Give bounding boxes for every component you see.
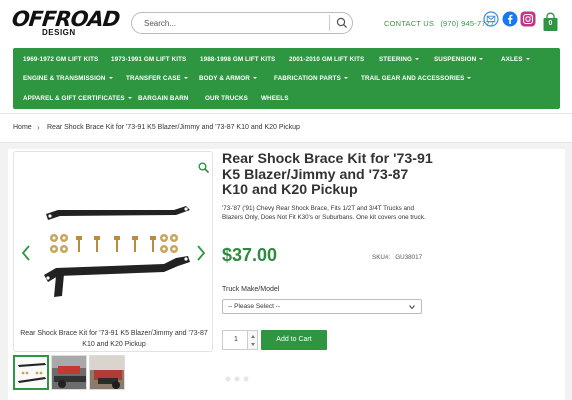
decrement-icon[interactable]: [251, 343, 255, 346]
truck-model-selected: -- Please Select --: [228, 303, 281, 310]
zoom-icon[interactable]: [198, 160, 209, 173]
product-price: $37.00: [222, 245, 278, 265]
add-to-cart-button[interactable]: Add to Cart: [261, 330, 327, 350]
nav-item-1973-1991-gm-lift-kits[interactable]: 1973-1991 GM LIFT KITS: [111, 56, 186, 63]
chevron-left-icon: [21, 245, 30, 261]
nav-item-wheels[interactable]: WHEELS: [261, 95, 289, 102]
contact-info: CONTACT US (970) 945-7777: [384, 19, 498, 28]
chevron-down-icon: [415, 58, 419, 61]
logo-subtitle: DESIGN: [42, 28, 76, 37]
nav-item-transfer-case[interactable]: TRANSFER CASE: [126, 75, 188, 82]
thumbnail-1[interactable]: [13, 355, 49, 390]
chevron-down-icon: [108, 77, 113, 80]
search-bar: [131, 12, 353, 34]
increment-icon[interactable]: [251, 335, 255, 338]
breadcrumb-home-link[interactable]: Home: [13, 124, 32, 131]
chevron-down-icon: [127, 97, 132, 100]
quantity-stepper[interactable]: [248, 330, 258, 350]
instagram-icon[interactable]: [520, 11, 536, 27]
nav-item-axles[interactable]: AXLES: [501, 56, 530, 63]
logo[interactable]: OFFROAD DESIGN: [11, 7, 121, 41]
cart-count: 0: [548, 20, 553, 27]
site-header: OFFROAD DESIGN CONTACT US (970) 945-7777: [0, 0, 572, 46]
nav-item-apparel-gift-certificates[interactable]: APPAREL & GIFT CERTIFICATES: [23, 95, 132, 102]
chevron-down-icon: [183, 77, 188, 80]
nav-item-fabrication-parts[interactable]: FABRICATION PARTS: [274, 75, 348, 82]
product-gallery: Rear Shock Brace Kit for '73-91 K5 Blaze…: [13, 151, 213, 352]
sku-label: SKU#:: [372, 254, 391, 261]
nav-item-suspension[interactable]: SUSPENSION: [434, 56, 484, 63]
truck-model-select[interactable]: -- Please Select --: [222, 299, 422, 314]
nav-item-our-trucks[interactable]: OUR TRUCKS: [205, 95, 248, 102]
search-button[interactable]: [332, 14, 351, 32]
cart-button[interactable]: 0: [542, 12, 559, 32]
contact-us-link[interactable]: CONTACT US: [384, 19, 434, 28]
chevron-down-icon: [343, 77, 348, 80]
search-divider: [329, 15, 330, 31]
product-image[interactable]: [36, 200, 196, 305]
sku-info: SKU#: GU38017: [372, 254, 422, 261]
chevron-down-icon: [409, 305, 415, 310]
thumbnail-3[interactable]: [89, 355, 125, 390]
main-nav: 1969-1972 GM LIFT KITS 1973-1991 GM LIFT…: [13, 48, 560, 109]
product-title: Rear Shock Brace Kit for '73-91 K5 Blaze…: [222, 151, 433, 198]
product-description: '73-'87 ('91) Chevy Rear Shock Brace, Fi…: [222, 205, 426, 222]
gallery-next-button[interactable]: [195, 244, 207, 262]
facebook-icon[interactable]: [502, 11, 518, 27]
chevron-right-icon: [197, 245, 206, 261]
sku-value: GU38017: [395, 254, 423, 261]
search-input[interactable]: [144, 16, 324, 31]
nav-item-1969-1972-gm-lift-kits[interactable]: 1969-1972 GM LIFT KITS: [23, 56, 98, 63]
search-icon: [336, 17, 347, 28]
chevron-down-icon: [467, 77, 472, 80]
nav-item-2001-2010-gm-lift-kits[interactable]: 2001-2010 GM LIFT KITS: [289, 56, 364, 63]
chevron-down-icon: [252, 77, 257, 80]
faded-share-icons: [225, 376, 249, 382]
email-icon[interactable]: [483, 11, 499, 27]
truck-model-label: Truck Make/Model: [222, 286, 280, 293]
chevron-down-icon: [479, 58, 484, 61]
nav-item-trail-gear-accessories[interactable]: TRAIL GEAR AND ACCESSORIES: [361, 75, 472, 82]
nav-item-engine-transmission[interactable]: ENGINE & TRANSMISSION: [23, 75, 113, 82]
thumbnail-2[interactable]: [51, 355, 87, 390]
chevron-down-icon: [525, 58, 530, 61]
nav-item-1988-1998-gm-lift-kits[interactable]: 1988-1998 GM LIFT KITS: [200, 56, 275, 63]
breadcrumb: Home › Rear Shock Brace Kit for '73-91 K…: [0, 113, 572, 143]
nav-item-bargain-barn[interactable]: BARGAIN BARN: [138, 95, 189, 102]
breadcrumb-separator: ›: [37, 123, 40, 132]
quantity-input[interactable]: 1: [222, 330, 248, 350]
product-page: OFFROAD DESIGN CONTACT US (970) 945-7777: [0, 0, 572, 400]
image-caption: Rear Shock Brace Kit for '73-91 K5 Blaze…: [20, 330, 208, 348]
nav-item-body-armor[interactable]: BODY & ARMOR: [199, 75, 257, 82]
nav-item-steering[interactable]: STEERING: [379, 56, 419, 63]
gallery-prev-button[interactable]: [20, 244, 32, 262]
breadcrumb-current: Rear Shock Brace Kit for '73-91 K5 Blaze…: [47, 124, 300, 131]
quantity-value: 1: [234, 336, 238, 343]
